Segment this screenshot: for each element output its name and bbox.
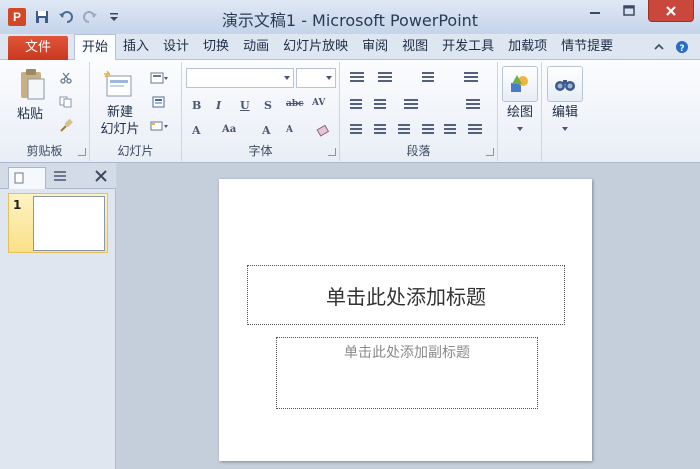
group-label-slides: 幻灯片 [117, 144, 154, 158]
editing-label[interactable]: 编辑 [542, 104, 588, 121]
group-label-clipboard: 剪贴板 [26, 144, 63, 158]
slides-panel: 1 [0, 163, 116, 469]
cut-icon[interactable] [58, 70, 74, 86]
change-case-icon[interactable]: Aa [222, 124, 236, 135]
numbering-icon[interactable] [378, 72, 392, 84]
tab-transitions[interactable]: 切换 [196, 34, 236, 60]
close-button[interactable] [648, 0, 694, 22]
tab-outline-view[interactable] [48, 167, 86, 189]
font-size-combobox[interactable] [296, 68, 336, 88]
decrease-font-icon[interactable]: A [286, 125, 293, 135]
new-slide-label-line1[interactable]: 新建 [90, 104, 150, 121]
bold-icon[interactable]: B [192, 99, 201, 112]
text-direction-icon[interactable] [404, 99, 418, 111]
font-name-dropdown-icon[interactable] [284, 76, 290, 80]
close-panel-icon[interactable] [94, 169, 108, 183]
ribbon-tab-row: 文件 开始 插入 设计 切换 动画 幻灯片放映 审阅 视图 开发工具 加载项 情… [0, 34, 700, 61]
editing-dropdown-icon[interactable] [561, 126, 569, 132]
tab-slideshow[interactable]: 幻灯片放映 [276, 34, 355, 60]
editing-icon[interactable] [547, 66, 583, 102]
reset-slide-icon[interactable] [148, 94, 170, 110]
smartart-icon[interactable] [468, 124, 482, 136]
new-slide-icon[interactable] [102, 68, 134, 100]
font-color-icon[interactable]: A [192, 124, 201, 137]
bullets-icon[interactable] [350, 72, 364, 84]
maximize-button[interactable] [614, 0, 644, 22]
char-spacing-icon[interactable]: AV [312, 98, 325, 108]
align-left-icon[interactable] [350, 124, 362, 136]
italic-icon[interactable]: I [216, 99, 221, 112]
slide-editing-area: 单击此处添加标题 单击此处添加副标题 [117, 163, 700, 469]
slide-number: 1 [13, 198, 22, 212]
format-painter-icon[interactable] [58, 118, 74, 134]
shadow-icon[interactable]: S [264, 99, 272, 112]
title-placeholder[interactable]: 单击此处添加标题 [247, 265, 565, 325]
group-font: B I U S abc AV A Aa A A 字体 [182, 62, 340, 161]
tab-home[interactable]: 开始 [74, 34, 117, 61]
ribbon-home: 粘贴 剪贴板 新建 幻灯片 幻灯片 B I U S abc AV A Aa A … [0, 60, 700, 163]
tab-slides-view[interactable] [8, 167, 46, 189]
group-drawing: 绘图 [498, 62, 542, 161]
slide-thumbnail-row[interactable]: 1 [8, 193, 108, 253]
tab-storyboarding[interactable]: 情节提要 [554, 34, 620, 60]
drawing-label[interactable]: 绘图 [498, 104, 542, 121]
paste-icon[interactable] [16, 66, 48, 102]
align-text-icon[interactable] [466, 99, 480, 111]
drawing-dropdown-icon[interactable] [516, 126, 524, 132]
help-icon[interactable]: ? [675, 40, 689, 54]
tab-animations[interactable]: 动画 [236, 34, 276, 60]
new-slide-label-line2[interactable]: 幻灯片 [94, 121, 146, 138]
ribbon-tabs: 开始 插入 设计 切换 动画 幻灯片放映 审阅 视图 开发工具 加载项 情节提要 [74, 34, 620, 61]
tab-file[interactable]: 文件 [8, 36, 68, 60]
distributed-icon[interactable] [444, 124, 456, 136]
slide-thumbnail[interactable] [33, 196, 105, 251]
strikethrough-icon[interactable]: abc [286, 99, 304, 109]
clear-format-icon[interactable] [314, 122, 332, 138]
group-slides: 新建 幻灯片 幻灯片 [90, 62, 182, 161]
layout-icon[interactable] [148, 70, 170, 86]
font-name-combobox[interactable] [186, 68, 294, 88]
minimize-button[interactable] [580, 0, 610, 22]
tab-review[interactable]: 审阅 [355, 34, 395, 60]
subtitle-placeholder[interactable]: 单击此处添加副标题 [276, 337, 538, 409]
copy-icon[interactable] [58, 94, 74, 110]
align-right-icon[interactable] [398, 124, 410, 136]
group-paragraph: 段落 [340, 62, 498, 161]
increase-indent-icon[interactable] [374, 99, 386, 111]
slides-panel-tabs [0, 163, 116, 189]
slide-canvas[interactable]: 单击此处添加标题 单击此处添加副标题 [219, 179, 592, 461]
group-label-paragraph: 段落 [406, 144, 431, 158]
columns-icon[interactable] [464, 72, 478, 84]
clipboard-launcher-icon[interactable] [78, 148, 86, 156]
group-editing: 编辑 [542, 62, 588, 161]
title-bar: P 演示文稿1 - Microsoft PowerPoint [0, 0, 700, 34]
decrease-indent-icon[interactable] [350, 99, 362, 111]
paragraph-launcher-icon[interactable] [486, 148, 494, 156]
font-size-dropdown-icon[interactable] [326, 76, 332, 80]
paste-label[interactable]: 粘贴 [8, 106, 52, 123]
group-clipboard: 粘贴 剪贴板 [0, 62, 90, 161]
justify-icon[interactable] [422, 124, 434, 136]
tab-view[interactable]: 视图 [395, 34, 435, 60]
tab-developer[interactable]: 开发工具 [435, 34, 501, 60]
underline-icon[interactable]: U [240, 99, 250, 112]
tab-design[interactable]: 设计 [156, 34, 196, 60]
tab-addins[interactable]: 加载项 [501, 34, 554, 60]
line-spacing-icon[interactable] [422, 72, 434, 84]
minimize-ribbon-icon[interactable] [652, 40, 666, 54]
increase-font-icon[interactable]: A [262, 124, 271, 137]
font-launcher-icon[interactable] [328, 148, 336, 156]
group-label-font: 字体 [248, 144, 273, 158]
svg-text:?: ? [679, 44, 684, 54]
tab-insert[interactable]: 插入 [116, 34, 156, 60]
align-center-icon[interactable] [374, 124, 386, 136]
section-icon[interactable] [148, 118, 170, 134]
drawing-icon[interactable] [502, 66, 538, 102]
